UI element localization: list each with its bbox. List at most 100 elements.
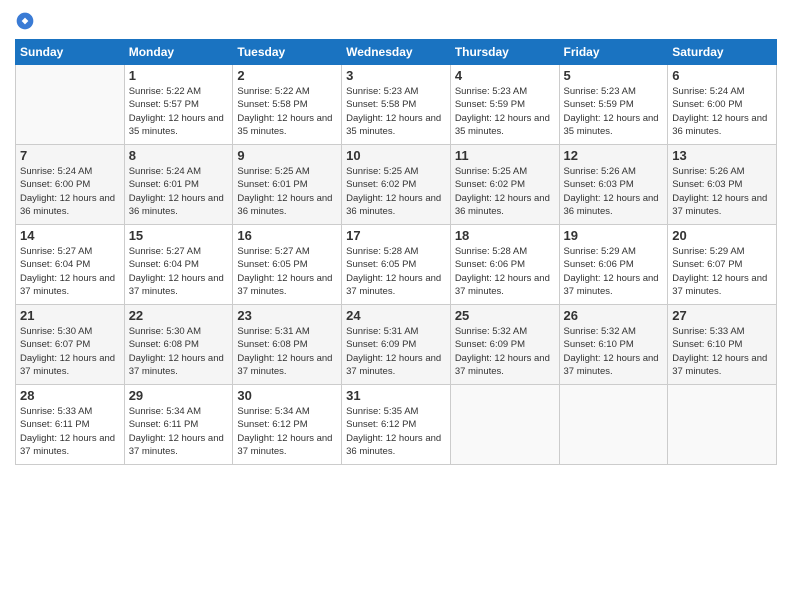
- day-number: 15: [129, 228, 229, 243]
- calendar-cell: 19 Sunrise: 5:29 AM Sunset: 6:06 PM Dayli…: [559, 225, 668, 305]
- day-number: 17: [346, 228, 446, 243]
- calendar-cell: [16, 65, 125, 145]
- calendar-cell: 31 Sunrise: 5:35 AM Sunset: 6:12 PM Dayli…: [342, 385, 451, 465]
- cell-info: Sunrise: 5:32 AM Sunset: 6:10 PM Dayligh…: [564, 325, 664, 378]
- calendar-cell: 30 Sunrise: 5:34 AM Sunset: 6:12 PM Dayli…: [233, 385, 342, 465]
- page-container: Sunday Monday Tuesday Wednesday Thursday…: [0, 0, 792, 475]
- calendar-cell: 11 Sunrise: 5:25 AM Sunset: 6:02 PM Dayli…: [450, 145, 559, 225]
- cell-info: Sunrise: 5:34 AM Sunset: 6:11 PM Dayligh…: [129, 405, 229, 458]
- col-sunday: Sunday: [16, 40, 125, 65]
- cell-info: Sunrise: 5:23 AM Sunset: 5:58 PM Dayligh…: [346, 85, 446, 138]
- calendar-week-5: 28 Sunrise: 5:33 AM Sunset: 6:11 PM Dayli…: [16, 385, 777, 465]
- day-number: 28: [20, 388, 120, 403]
- day-number: 25: [455, 308, 555, 323]
- calendar-cell: 15 Sunrise: 5:27 AM Sunset: 6:04 PM Dayli…: [124, 225, 233, 305]
- cell-info: Sunrise: 5:27 AM Sunset: 6:04 PM Dayligh…: [129, 245, 229, 298]
- cell-info: Sunrise: 5:23 AM Sunset: 5:59 PM Dayligh…: [564, 85, 664, 138]
- day-number: 18: [455, 228, 555, 243]
- calendar-cell: [668, 385, 777, 465]
- cell-info: Sunrise: 5:25 AM Sunset: 6:01 PM Dayligh…: [237, 165, 337, 218]
- day-number: 16: [237, 228, 337, 243]
- calendar-cell: 2 Sunrise: 5:22 AM Sunset: 5:58 PM Daylig…: [233, 65, 342, 145]
- day-number: 11: [455, 148, 555, 163]
- logo-icon: [15, 11, 35, 31]
- cell-info: Sunrise: 5:28 AM Sunset: 6:06 PM Dayligh…: [455, 245, 555, 298]
- day-number: 27: [672, 308, 772, 323]
- calendar-header: Sunday Monday Tuesday Wednesday Thursday…: [16, 40, 777, 65]
- cell-info: Sunrise: 5:25 AM Sunset: 6:02 PM Dayligh…: [346, 165, 446, 218]
- calendar-cell: 27 Sunrise: 5:33 AM Sunset: 6:10 PM Dayli…: [668, 305, 777, 385]
- cell-info: Sunrise: 5:22 AM Sunset: 5:57 PM Dayligh…: [129, 85, 229, 138]
- cell-info: Sunrise: 5:24 AM Sunset: 6:01 PM Dayligh…: [129, 165, 229, 218]
- calendar-week-2: 7 Sunrise: 5:24 AM Sunset: 6:00 PM Daylig…: [16, 145, 777, 225]
- calendar-cell: 29 Sunrise: 5:34 AM Sunset: 6:11 PM Dayli…: [124, 385, 233, 465]
- calendar-cell: 12Sunrise: 5:26 AM Sunset: 6:03 PM Dayli…: [559, 145, 668, 225]
- day-number: 31: [346, 388, 446, 403]
- day-number: 6: [672, 68, 772, 83]
- calendar-cell: 24Sunrise: 5:31 AM Sunset: 6:09 PM Dayli…: [342, 305, 451, 385]
- cell-info: Sunrise: 5:30 AM Sunset: 6:08 PM Dayligh…: [129, 325, 229, 378]
- header-row: Sunday Monday Tuesday Wednesday Thursday…: [16, 40, 777, 65]
- cell-info: Sunrise: 5:22 AM Sunset: 5:58 PM Dayligh…: [237, 85, 337, 138]
- day-number: 10: [346, 148, 446, 163]
- calendar-cell: 18 Sunrise: 5:28 AM Sunset: 6:06 PM Dayli…: [450, 225, 559, 305]
- cell-info: Sunrise: 5:33 AM Sunset: 6:11 PM Dayligh…: [20, 405, 120, 458]
- cell-info: Sunrise: 5:28 AM Sunset: 6:05 PM Dayligh…: [346, 245, 446, 298]
- day-number: 1: [129, 68, 229, 83]
- calendar-cell: 8 Sunrise: 5:24 AM Sunset: 6:01 PM Daylig…: [124, 145, 233, 225]
- cell-info: Sunrise: 5:29 AM Sunset: 6:06 PM Dayligh…: [564, 245, 664, 298]
- calendar-cell: 22 Sunrise: 5:30 AM Sunset: 6:08 PM Dayli…: [124, 305, 233, 385]
- calendar-cell: 28 Sunrise: 5:33 AM Sunset: 6:11 PM Dayli…: [16, 385, 125, 465]
- calendar-cell: 17 Sunrise: 5:28 AM Sunset: 6:05 PM Dayli…: [342, 225, 451, 305]
- day-number: 13: [672, 148, 772, 163]
- day-number: 3: [346, 68, 446, 83]
- calendar-cell: 1 Sunrise: 5:22 AM Sunset: 5:57 PM Daylig…: [124, 65, 233, 145]
- cell-info: Sunrise: 5:31 AM Sunset: 6:08 PM Dayligh…: [237, 325, 337, 378]
- cell-info: Sunrise: 5:24 AM Sunset: 6:00 PM Dayligh…: [672, 85, 772, 138]
- calendar-cell: [450, 385, 559, 465]
- col-thursday: Thursday: [450, 40, 559, 65]
- col-monday: Monday: [124, 40, 233, 65]
- day-number: 30: [237, 388, 337, 403]
- cell-info: Sunrise: 5:27 AM Sunset: 6:04 PM Dayligh…: [20, 245, 120, 298]
- day-number: 12: [564, 148, 664, 163]
- cell-info: Sunrise: 5:24 AM Sunset: 6:00 PM Dayligh…: [20, 165, 120, 218]
- cell-info: Sunrise: 5:27 AM Sunset: 6:05 PM Dayligh…: [237, 245, 337, 298]
- day-number: 29: [129, 388, 229, 403]
- calendar-cell: 14 Sunrise: 5:27 AM Sunset: 6:04 PM Dayli…: [16, 225, 125, 305]
- cell-info: Sunrise: 5:33 AM Sunset: 6:10 PM Dayligh…: [672, 325, 772, 378]
- col-saturday: Saturday: [668, 40, 777, 65]
- calendar-cell: 3 Sunrise: 5:23 AM Sunset: 5:58 PM Daylig…: [342, 65, 451, 145]
- cell-info: Sunrise: 5:31 AM Sunset: 6:09 PM Dayligh…: [346, 325, 446, 378]
- calendar-week-3: 14 Sunrise: 5:27 AM Sunset: 6:04 PM Dayli…: [16, 225, 777, 305]
- calendar-cell: 5 Sunrise: 5:23 AM Sunset: 5:59 PM Daylig…: [559, 65, 668, 145]
- calendar-cell: 7 Sunrise: 5:24 AM Sunset: 6:00 PM Daylig…: [16, 145, 125, 225]
- cell-info: Sunrise: 5:26 AM Sunset: 6:03 PM Dayligh…: [672, 165, 772, 218]
- calendar-cell: 25 Sunrise: 5:32 AM Sunset: 6:09 PM Dayli…: [450, 305, 559, 385]
- day-number: 14: [20, 228, 120, 243]
- day-number: 20: [672, 228, 772, 243]
- calendar-body: 1 Sunrise: 5:22 AM Sunset: 5:57 PM Daylig…: [16, 65, 777, 465]
- calendar-cell: 6 Sunrise: 5:24 AM Sunset: 6:00 PM Daylig…: [668, 65, 777, 145]
- cell-info: Sunrise: 5:34 AM Sunset: 6:12 PM Dayligh…: [237, 405, 337, 458]
- day-number: 2: [237, 68, 337, 83]
- col-wednesday: Wednesday: [342, 40, 451, 65]
- cell-info: Sunrise: 5:29 AM Sunset: 6:07 PM Dayligh…: [672, 245, 772, 298]
- day-number: 5: [564, 68, 664, 83]
- day-number: 8: [129, 148, 229, 163]
- day-number: 22: [129, 308, 229, 323]
- calendar-cell: 16 Sunrise: 5:27 AM Sunset: 6:05 PM Dayli…: [233, 225, 342, 305]
- day-number: 7: [20, 148, 120, 163]
- calendar-cell: [559, 385, 668, 465]
- day-number: 26: [564, 308, 664, 323]
- calendar-cell: 21Sunrise: 5:30 AM Sunset: 6:07 PM Dayli…: [16, 305, 125, 385]
- day-number: 4: [455, 68, 555, 83]
- cell-info: Sunrise: 5:32 AM Sunset: 6:09 PM Dayligh…: [455, 325, 555, 378]
- calendar-cell: 23Sunrise: 5:31 AM Sunset: 6:08 PM Dayli…: [233, 305, 342, 385]
- calendar-week-1: 1 Sunrise: 5:22 AM Sunset: 5:57 PM Daylig…: [16, 65, 777, 145]
- cell-info: Sunrise: 5:23 AM Sunset: 5:59 PM Dayligh…: [455, 85, 555, 138]
- calendar-table: Sunday Monday Tuesday Wednesday Thursday…: [15, 39, 777, 465]
- cell-info: Sunrise: 5:35 AM Sunset: 6:12 PM Dayligh…: [346, 405, 446, 458]
- day-number: 19: [564, 228, 664, 243]
- cell-info: Sunrise: 5:25 AM Sunset: 6:02 PM Dayligh…: [455, 165, 555, 218]
